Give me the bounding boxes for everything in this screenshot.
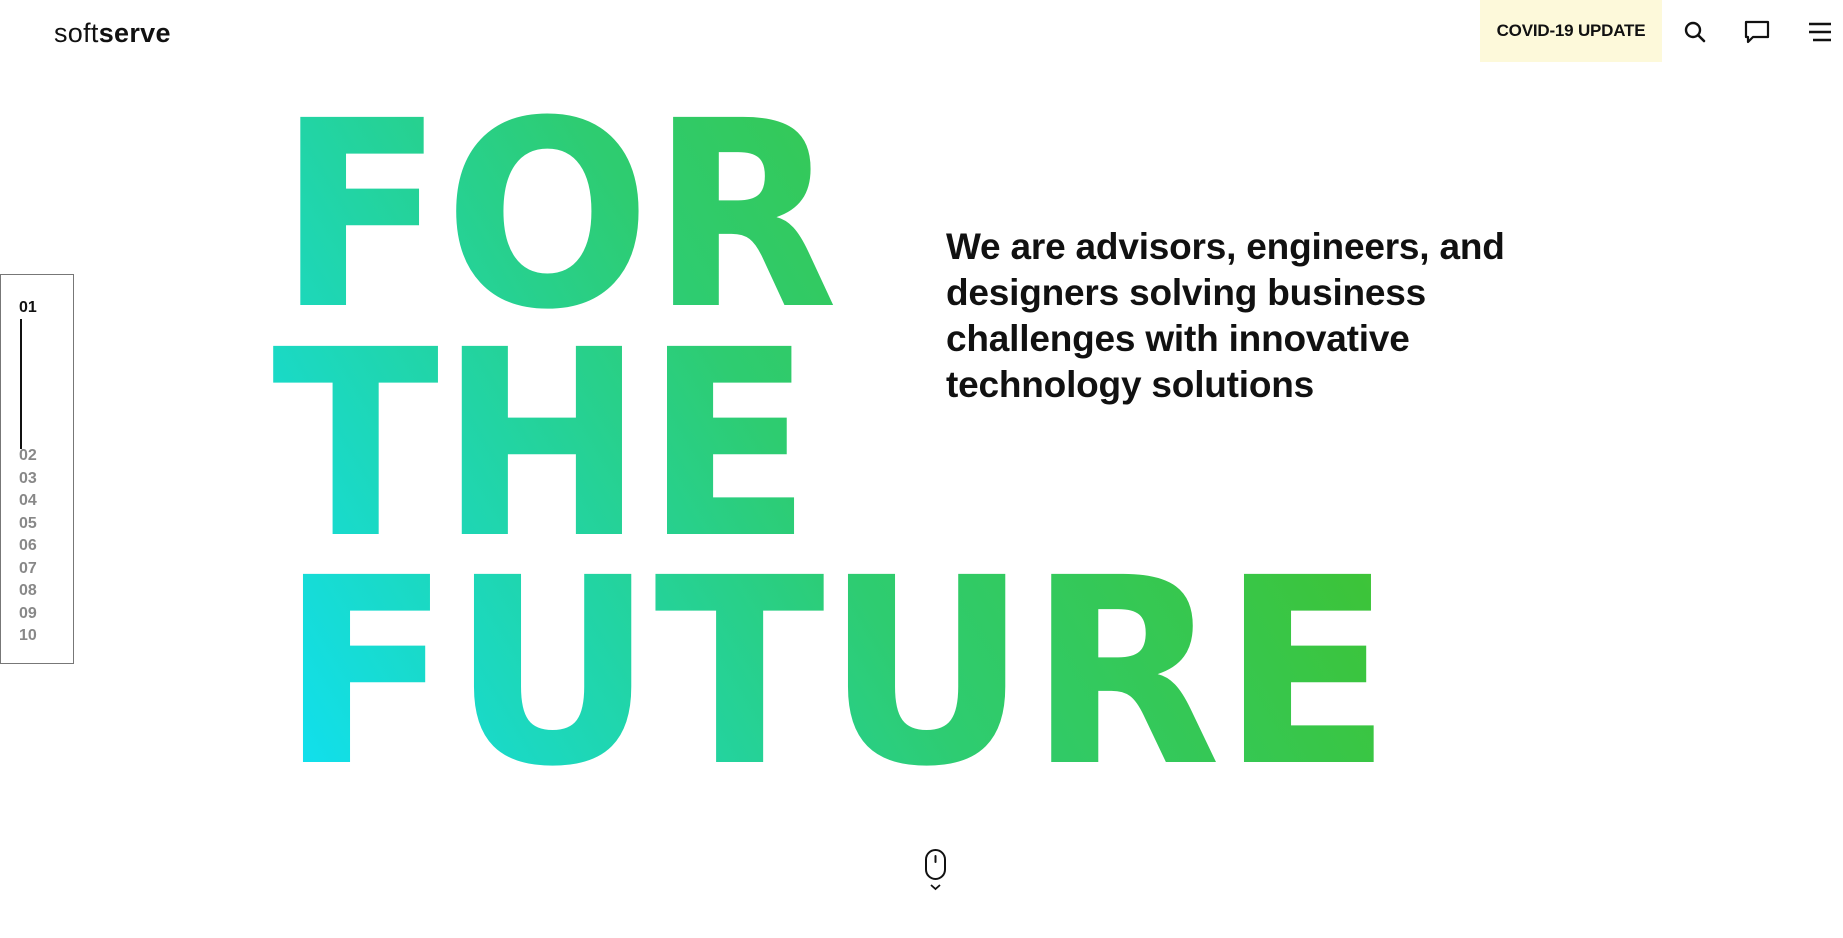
logo-text-bold: serve bbox=[98, 18, 171, 48]
pager-item-06[interactable]: 06 bbox=[19, 537, 37, 555]
pager-item-08[interactable]: 08 bbox=[19, 582, 37, 600]
hero-tagline: We are advisors, engineers, and designer… bbox=[946, 226, 1505, 405]
hero-line-3: FUTURE bbox=[280, 523, 1392, 823]
menu-icon[interactable] bbox=[1806, 18, 1834, 46]
pager-item-10[interactable]: 10 bbox=[19, 627, 37, 645]
hero-headline: FOR THE FUTURE bbox=[0, 0, 1843, 938]
pager-item-07[interactable]: 07 bbox=[19, 560, 37, 578]
pager-item-09[interactable]: 09 bbox=[19, 605, 37, 623]
hero-line-1: FOR bbox=[278, 66, 838, 366]
pager-item-02[interactable]: 02 bbox=[19, 447, 37, 465]
logo-text-light: soft bbox=[54, 18, 99, 48]
mouse-scroll-icon[interactable] bbox=[924, 848, 948, 894]
softserve-logo[interactable]: softserve bbox=[54, 18, 171, 48]
pager-item-05[interactable]: 05 bbox=[19, 515, 37, 533]
chat-icon[interactable] bbox=[1743, 18, 1771, 46]
search-icon[interactable] bbox=[1681, 18, 1709, 46]
pager-item-03[interactable]: 03 bbox=[19, 470, 37, 488]
pager-progress-bar bbox=[20, 319, 22, 449]
pager-item-04[interactable]: 04 bbox=[19, 492, 37, 510]
pager-item-01[interactable]: 01 bbox=[19, 299, 37, 317]
covid-update-button[interactable]: COVID-19 UPDATE bbox=[1480, 0, 1662, 62]
hero-line-2: THE bbox=[272, 295, 812, 595]
section-pager: 01 02 03 04 05 06 07 08 09 10 bbox=[0, 274, 74, 664]
